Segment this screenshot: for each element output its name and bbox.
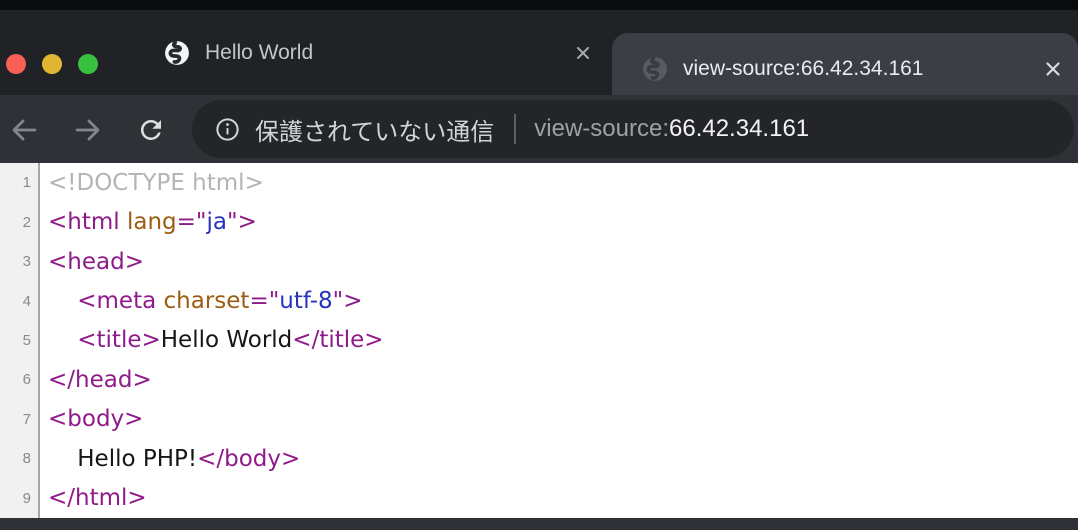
info-circle-icon [214, 116, 241, 143]
token-tag: </html> [48, 485, 147, 511]
navigation-toolbar: 保護されていない通信 view-source:66.42.34.161 [0, 95, 1078, 163]
url-scheme: view-source: [534, 115, 669, 142]
line-number: 4 [0, 281, 40, 320]
forward-button[interactable] [70, 112, 106, 148]
arrow-left-icon [8, 114, 40, 146]
source-line: 2 <html lang="ja"> [0, 202, 1078, 241]
line-number: 2 [0, 202, 40, 241]
token-tag: =" [249, 288, 279, 314]
token-tag: =" [177, 209, 207, 235]
line-code: <html lang="ja"> [40, 202, 1078, 241]
source-view[interactable]: 1 <!DOCTYPE html> 2 <html lang="ja"> 3 <… [0, 163, 1078, 518]
token-tag: "> [227, 209, 257, 235]
traffic-light-minimize[interactable] [42, 54, 62, 74]
line-code: <head> [40, 242, 1078, 281]
traffic-light-close[interactable] [6, 54, 26, 74]
close-icon [1042, 58, 1064, 80]
token-tag: "> [333, 288, 363, 314]
globe-icon [164, 40, 190, 66]
globe-icon [642, 56, 668, 82]
refresh-icon [136, 115, 166, 145]
line-number: 5 [0, 321, 40, 360]
token-tag: </head> [48, 367, 152, 393]
token-tag: <meta [48, 288, 156, 314]
url-host: 66.42.34.161 [669, 115, 809, 142]
source-line: 9 </html> [0, 479, 1078, 518]
line-code: <meta charset="utf-8"> [40, 281, 1078, 320]
security-label: 保護されていない通信 [255, 112, 494, 147]
token-doctype: <!DOCTYPE html> [48, 170, 264, 196]
token-tag: </body> [197, 446, 300, 472]
token-tag: <title> [48, 327, 161, 353]
back-button[interactable] [6, 112, 42, 148]
browser-window: Hello World view-source:66.42.34.161 [0, 0, 1078, 530]
token-val: ja [207, 209, 227, 235]
line-code: <title>Hello World</title> [40, 321, 1078, 360]
token-attr: charset [156, 288, 249, 314]
address-bar[interactable]: 保護されていない通信 view-source:66.42.34.161 [192, 100, 1074, 158]
token-text: Hello World [161, 327, 293, 353]
tab-close-button[interactable] [572, 42, 594, 64]
tab-title: Hello World [205, 41, 572, 65]
tab-title: view-source:66.42.34.161 [683, 57, 1042, 81]
token-tag: <html [48, 209, 120, 235]
token-val: utf-8 [279, 288, 332, 314]
traffic-lights [6, 54, 98, 74]
tab-bar: Hello World view-source:66.42.34.161 [0, 10, 1078, 95]
line-number: 6 [0, 360, 40, 399]
line-code: <!DOCTYPE html> [40, 163, 1078, 202]
window-bottom-edge [0, 518, 1078, 530]
line-code: <body> [40, 400, 1078, 439]
line-code: </head> [40, 360, 1078, 399]
line-number: 1 [0, 163, 40, 202]
token-tag: <head> [48, 249, 144, 275]
token-tag: <body> [48, 406, 143, 432]
line-number: 3 [0, 242, 40, 281]
token-attr: lang [120, 209, 177, 235]
url-separator [514, 114, 516, 144]
line-code: Hello PHP!</body> [40, 439, 1078, 478]
url-text: view-source:66.42.34.161 [534, 115, 809, 143]
site-info-button[interactable]: 保護されていない通信 [214, 112, 494, 147]
token-tag: </title> [292, 327, 383, 353]
source-line: 3 <head> [0, 242, 1078, 281]
source-line: 7 <body> [0, 400, 1078, 439]
line-number: 9 [0, 479, 40, 518]
token-text: Hello PHP! [48, 446, 197, 472]
line-code: </html> [40, 479, 1078, 518]
window-top-edge [0, 0, 1078, 10]
arrow-right-icon [72, 114, 104, 146]
source-line: 8 Hello PHP!</body> [0, 439, 1078, 478]
traffic-light-zoom[interactable] [78, 54, 98, 74]
line-number: 8 [0, 439, 40, 478]
close-icon [573, 43, 593, 63]
line-number: 7 [0, 400, 40, 439]
reload-button[interactable] [133, 112, 169, 148]
source-line: 6 </head> [0, 360, 1078, 399]
tab-close-button[interactable] [1042, 58, 1064, 80]
source-line: 5 <title>Hello World</title> [0, 321, 1078, 360]
source-line: 1 <!DOCTYPE html> [0, 163, 1078, 202]
source-line: 4 <meta charset="utf-8"> [0, 281, 1078, 320]
tab-hello-world[interactable]: Hello World [140, 10, 612, 95]
